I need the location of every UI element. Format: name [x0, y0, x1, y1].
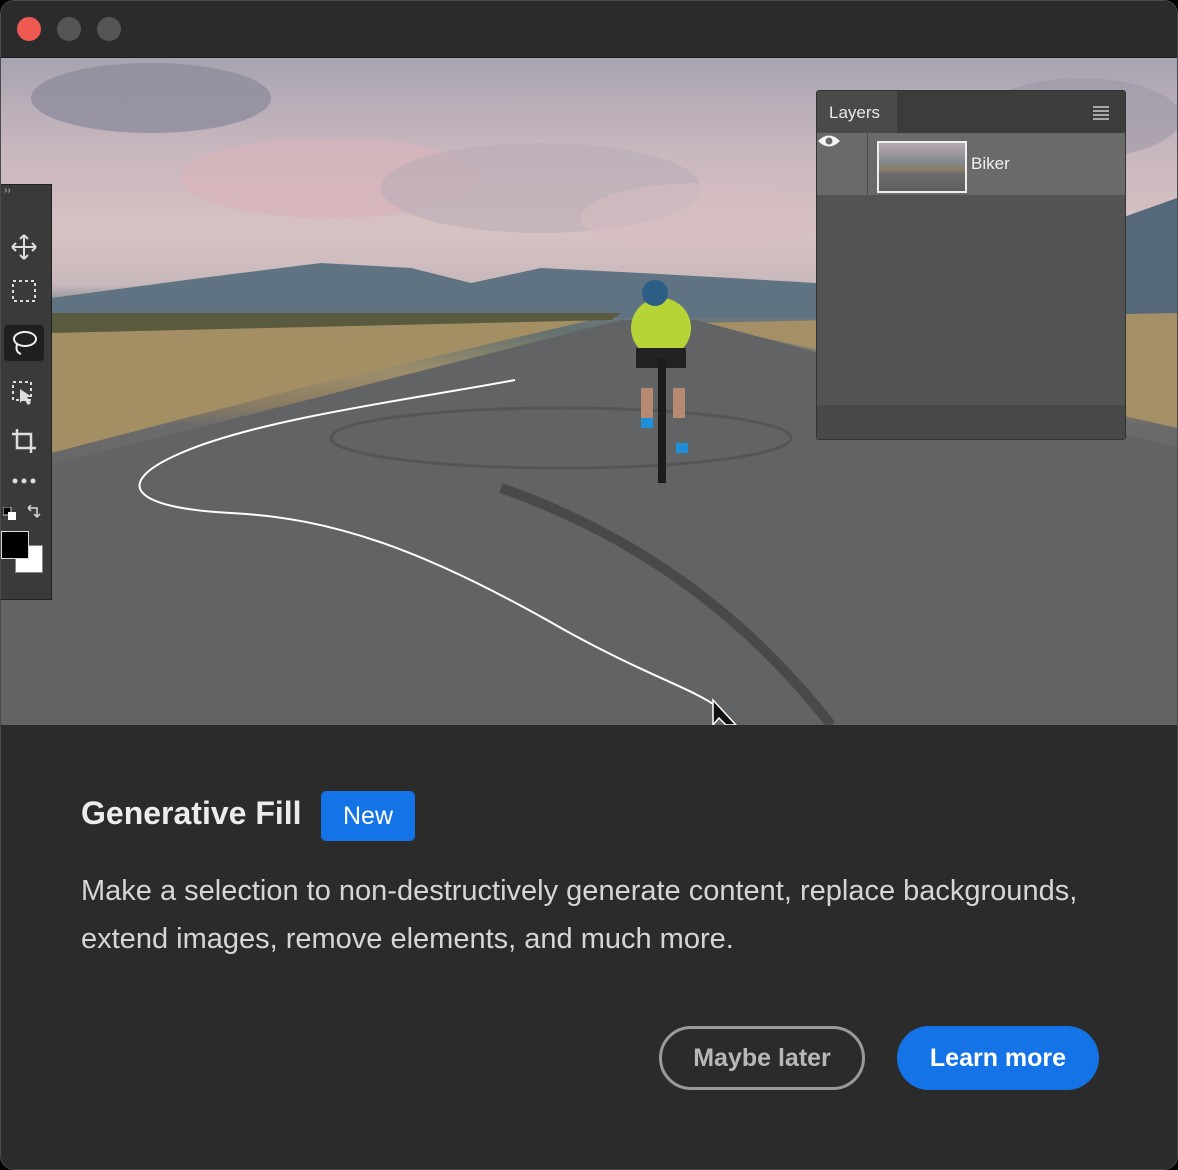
move-icon: [11, 234, 37, 260]
default-colors-icon[interactable]: [3, 507, 17, 521]
move-tool[interactable]: [4, 229, 44, 265]
foreground-color-swatch[interactable]: [1, 531, 29, 559]
maximize-window-button[interactable]: [97, 17, 121, 41]
panel-menu-icon[interactable]: [1093, 106, 1109, 120]
dialog-window: ›› Layers Biker Generative Fill New Make…: [0, 0, 1178, 1170]
close-window-button[interactable]: [17, 17, 41, 41]
layer-name: Biker: [971, 154, 1010, 173]
crop-tool[interactable]: [4, 423, 44, 459]
layers-panel-footer: [817, 405, 1125, 439]
layer-thumbnail: [877, 141, 967, 193]
layer-visibility-toggle[interactable]: [817, 133, 868, 195]
lasso-tool[interactable]: [4, 325, 44, 361]
layers-panel-header: Layers: [817, 91, 1125, 133]
more-tools-button[interactable]: [4, 463, 44, 499]
learn-more-button[interactable]: Learn more: [897, 1026, 1099, 1090]
feature-preview-image: ›› Layers Biker: [1, 58, 1177, 725]
layers-panel: Layers Biker: [816, 90, 1126, 440]
layer-row[interactable]: Biker: [817, 133, 1125, 195]
marquee-tool[interactable]: [4, 273, 44, 309]
tab-layers[interactable]: Layers: [817, 91, 897, 133]
swap-colors-icon[interactable]: [25, 505, 41, 521]
feature-description: Make a selection to non-destructively ge…: [81, 875, 1078, 955]
eye-icon: [818, 135, 840, 147]
lasso-icon: [13, 331, 37, 355]
maybe-later-button[interactable]: Maybe later: [659, 1026, 865, 1090]
title-bar: [1, 1, 1177, 58]
tools-panel: ››: [1, 184, 52, 600]
marquee-icon: [12, 280, 36, 302]
collapse-toolbar-icon[interactable]: ››: [4, 185, 11, 196]
object-selection-tool[interactable]: [4, 375, 44, 411]
feature-title: Generative Fill: [81, 795, 302, 831]
object-selection-icon: [12, 381, 32, 405]
more-tools-icon: [12, 478, 36, 484]
minimize-window-button[interactable]: [57, 17, 81, 41]
crop-icon: [12, 429, 36, 453]
new-badge: New: [321, 791, 415, 841]
